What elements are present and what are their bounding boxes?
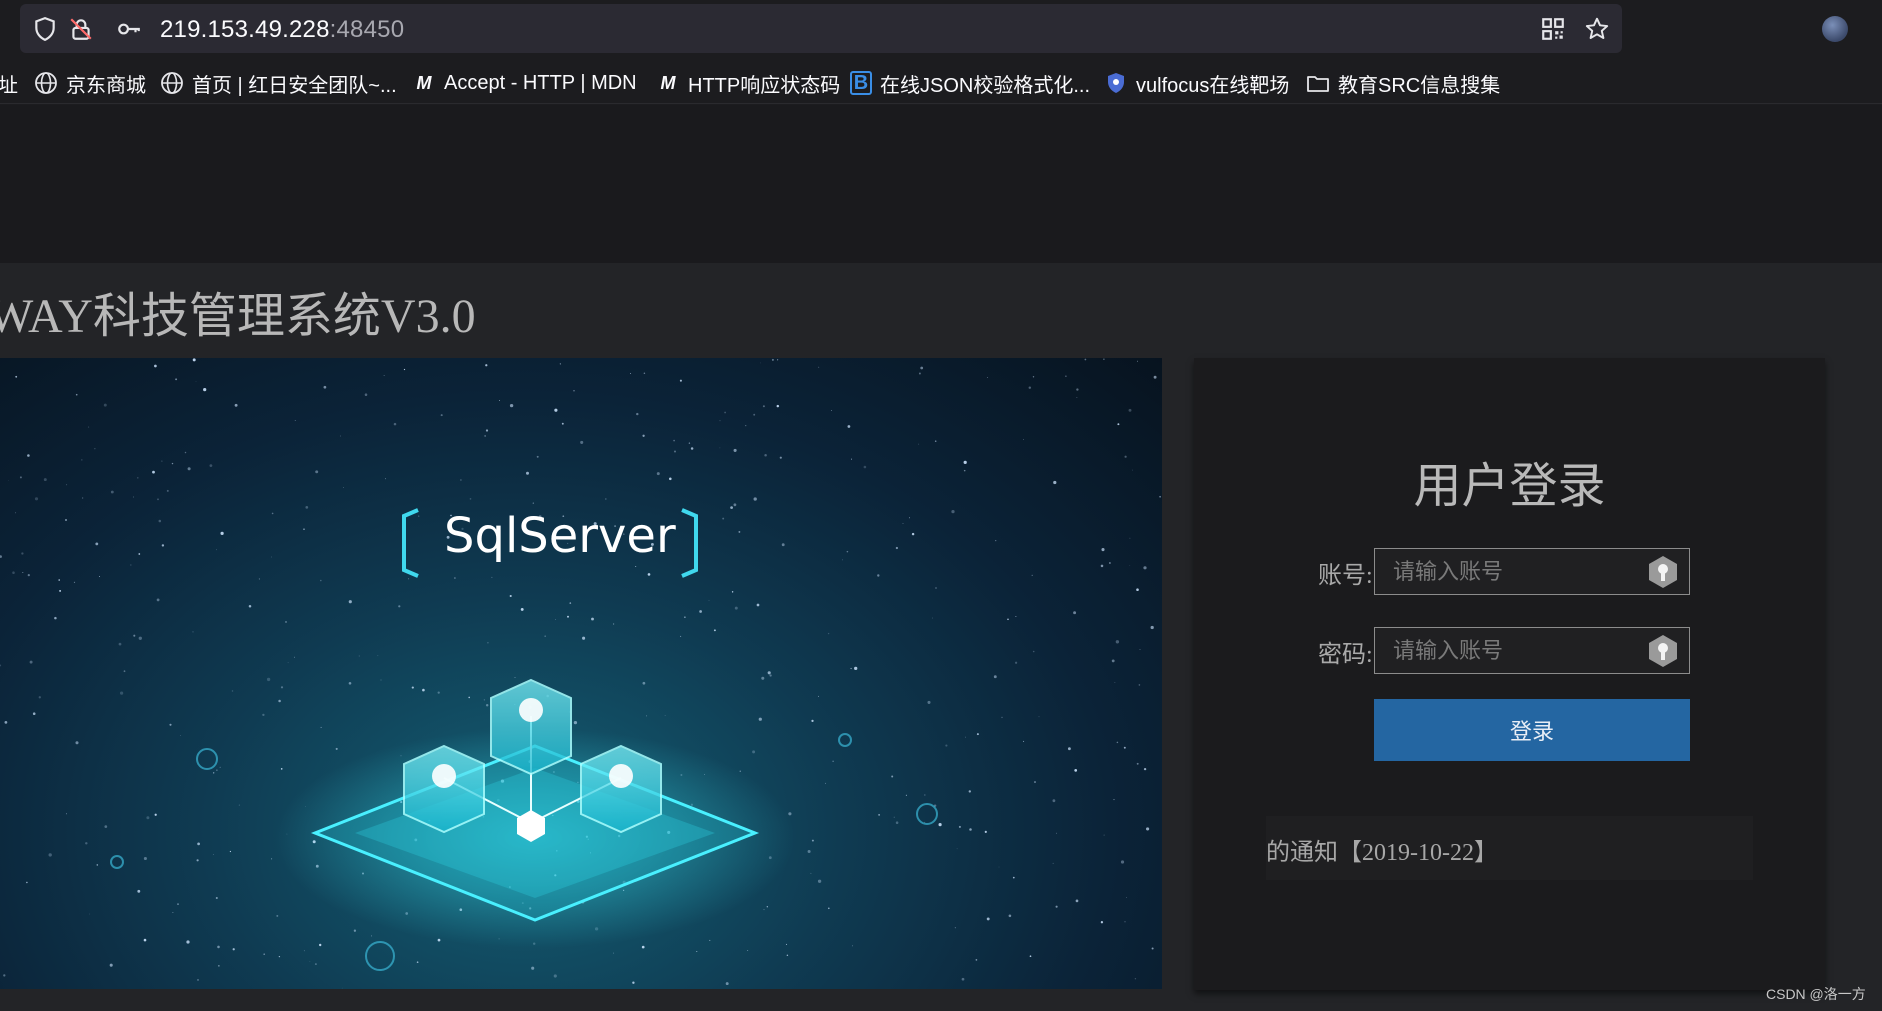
banner-artwork: [0, 358, 1161, 989]
mdn-icon: M: [416, 72, 432, 93]
watermark: CSDN @洛一方: [1766, 986, 1866, 1002]
account-input[interactable]: [1375, 549, 1645, 594]
bookmark-item[interactable]: 址: [0, 70, 18, 97]
bookmark-star-icon[interactable]: [1584, 16, 1610, 42]
globe-icon: [35, 72, 57, 94]
password-input[interactable]: [1375, 628, 1645, 673]
browser-toolbar: 219.153.49.228:48450: [0, 0, 1882, 56]
bookmark-item-jd[interactable]: 京东商城: [34, 70, 146, 97]
bookmark-item-http-status[interactable]: M HTTP响应状态码: [656, 70, 841, 97]
lock-slash-icon[interactable]: [68, 16, 94, 42]
address-bar[interactable]: 219.153.49.228:48450: [20, 4, 1622, 53]
shield-badge-icon: [1108, 73, 1124, 93]
bookmark-item-bejson[interactable]: B 在线JSON校验格式化...: [850, 70, 1090, 97]
bookmarks-bar: 址 京东商城 首页 | 红日安全团队~... M Accept - HTTP |…: [0, 62, 1882, 104]
bookmark-item-hongri[interactable]: 首页 | 红日安全团队~...: [160, 70, 397, 97]
banner-image: SqlServer: [0, 358, 1162, 989]
password-field[interactable]: [1374, 627, 1690, 674]
banner-title: SqlServer: [444, 508, 676, 564]
mdn-icon: M: [660, 72, 676, 93]
bookmark-item-vulfocus[interactable]: vulfocus在线靶场: [1104, 70, 1289, 97]
key-icon[interactable]: [116, 16, 142, 42]
bookmark-item-mdn-accept[interactable]: M Accept - HTTP | MDN: [412, 70, 637, 96]
notice-box: 的通知【2019-10-22】: [1266, 816, 1753, 880]
key-hint-icon: [1649, 635, 1677, 667]
bookmark-folder-edu-src[interactable]: 教育SRC信息搜集: [1306, 70, 1500, 97]
system-title: WAY科技管理系统V3.0: [0, 290, 476, 343]
login-title: 用户登录: [1413, 460, 1606, 513]
url-text[interactable]: 219.153.49.228:48450: [160, 16, 404, 44]
login-button[interactable]: 登录: [1374, 699, 1690, 761]
login-panel: 用户登录 账号: 密码: 登录 的通知【2019-10-22】: [1194, 358, 1825, 990]
account-field[interactable]: [1374, 548, 1690, 595]
key-hint-icon: [1649, 556, 1677, 588]
bejson-icon: B: [850, 71, 872, 95]
profile-avatar[interactable]: [1822, 16, 1848, 42]
folder-icon: [1307, 76, 1329, 92]
globe-icon: [161, 72, 183, 94]
password-label: 密码:: [1318, 642, 1373, 668]
notice-link[interactable]: 的通知【2019-10-22】: [1266, 832, 1498, 867]
account-label: 账号:: [1318, 563, 1373, 589]
shield-icon[interactable]: [32, 16, 58, 42]
page-top-area: [0, 105, 1882, 263]
qr-code-icon[interactable]: [1540, 16, 1566, 42]
